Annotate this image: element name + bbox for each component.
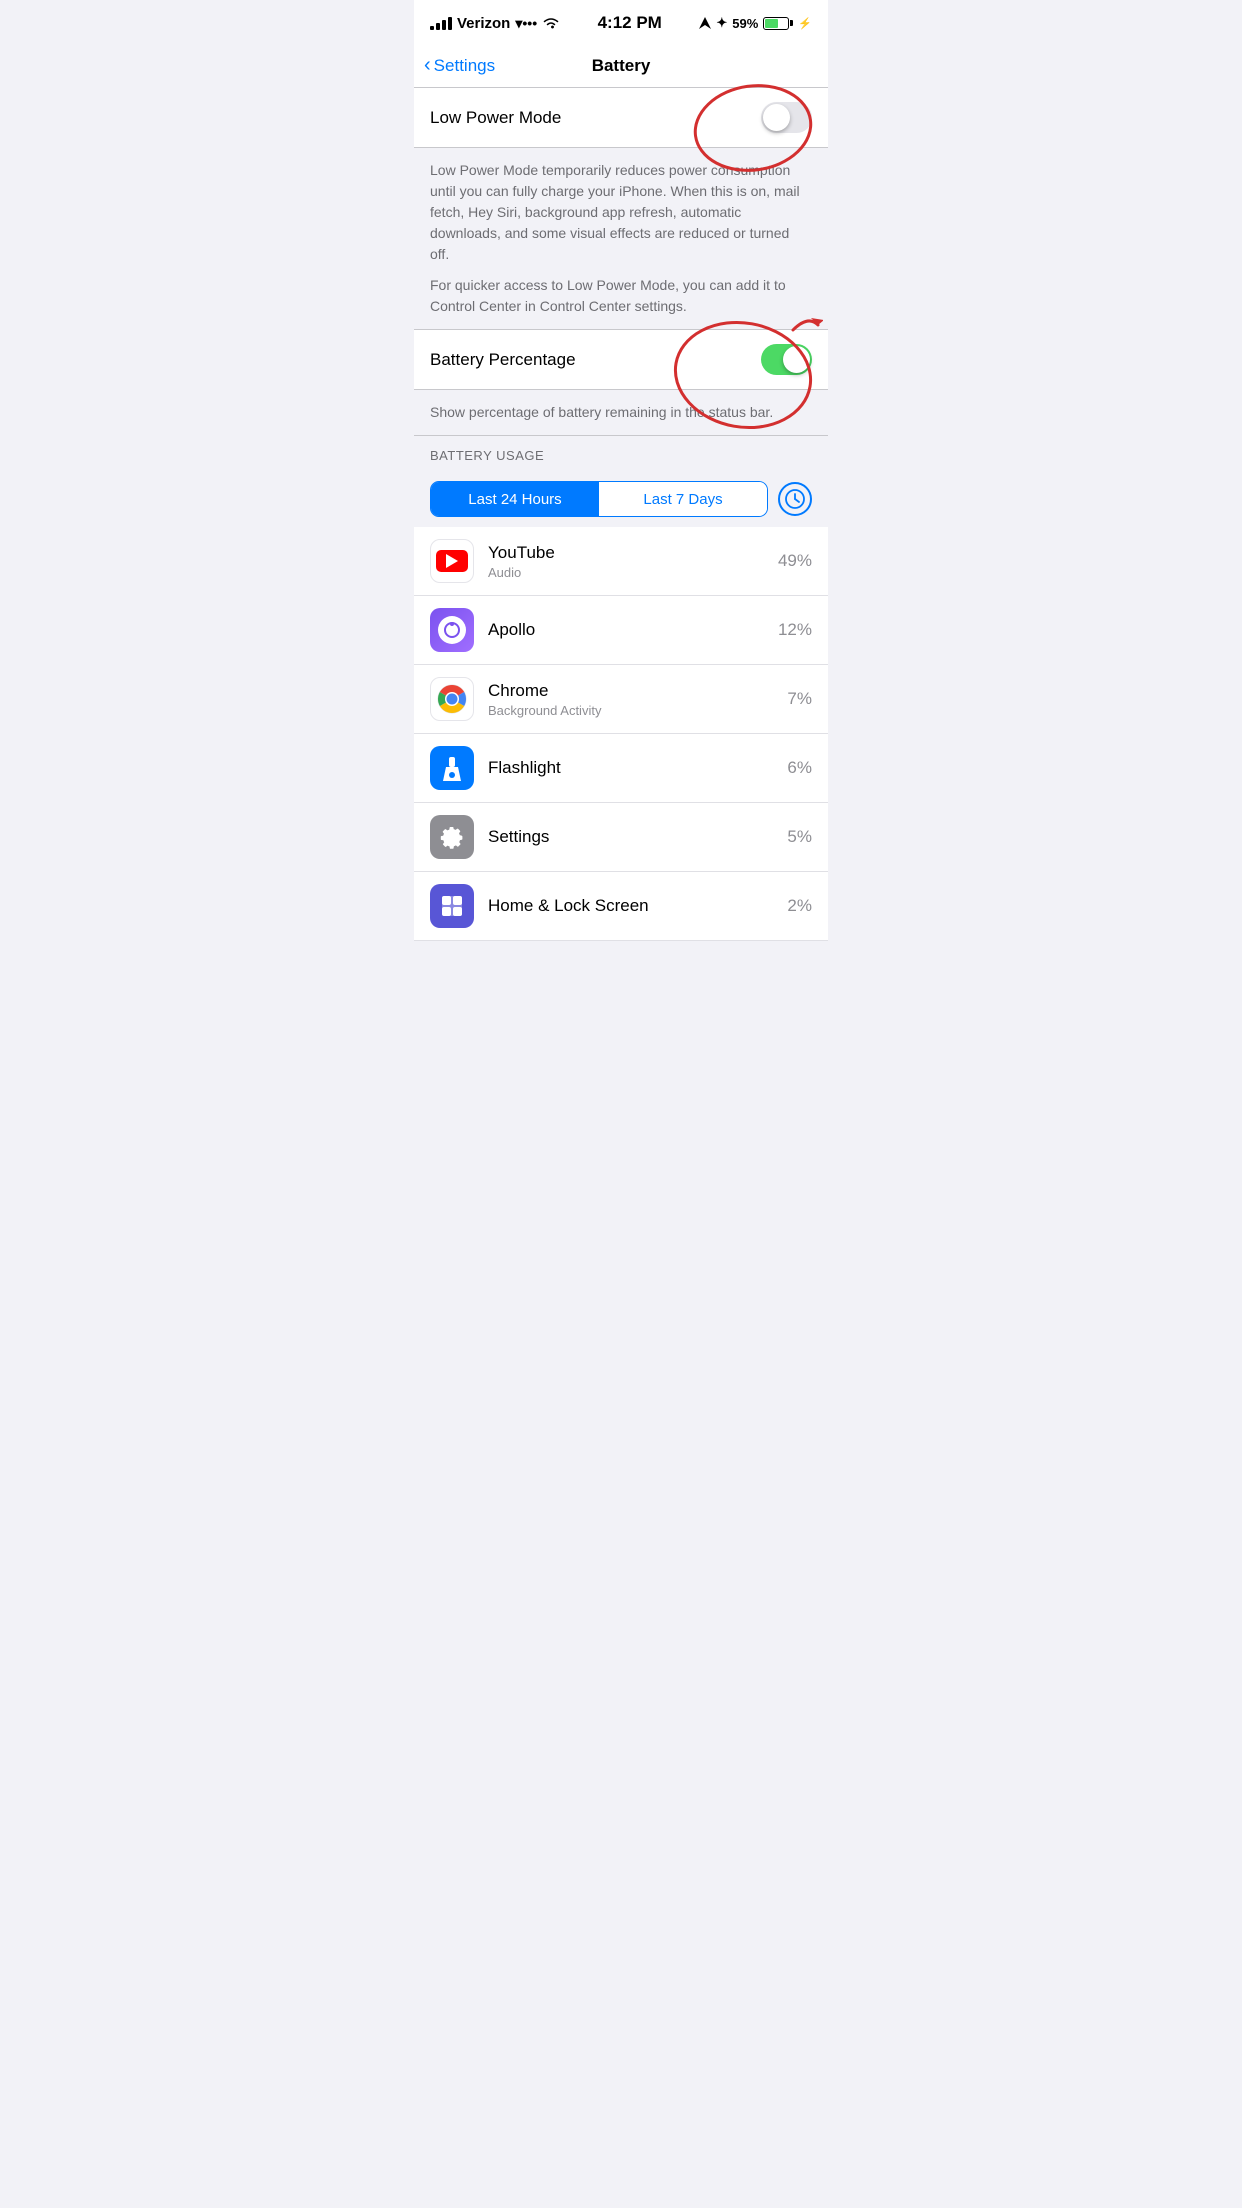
- settings-gear-icon: [438, 823, 466, 851]
- period-selector-wrapper: Last 24 Hours Last 7 Days: [414, 471, 828, 527]
- chrome-app-name: Chrome: [488, 681, 773, 701]
- app-row-youtube[interactable]: YouTube Audio 49%: [414, 527, 828, 596]
- flashlight-app-name: Flashlight: [488, 758, 773, 778]
- home-icon-svg: [439, 893, 465, 919]
- back-chevron-icon: ‹: [424, 54, 431, 77]
- period-24h-button[interactable]: Last 24 Hours: [431, 482, 599, 516]
- signal-bars: [430, 17, 452, 30]
- period-7d-button[interactable]: Last 7 Days: [599, 482, 767, 516]
- youtube-app-subtitle: Audio: [488, 565, 764, 580]
- chrome-app-percent: 7%: [787, 689, 812, 709]
- low-power-mode-label: Low Power Mode: [430, 108, 561, 128]
- page-title: Battery: [592, 56, 651, 76]
- home-app-percent: 2%: [787, 896, 812, 916]
- battery-percentage-description: Show percentage of battery remaining in …: [414, 390, 828, 436]
- youtube-app-icon: [430, 539, 474, 583]
- app-row-home-lock[interactable]: Home & Lock Screen 2%: [414, 872, 828, 941]
- nav-bar: ‹ Settings Battery: [414, 44, 828, 88]
- low-power-mode-row: Low Power Mode: [414, 88, 828, 148]
- location-icon: [699, 17, 711, 29]
- wifi-icon: ▾•••: [515, 15, 537, 32]
- low-power-description-1: Low Power Mode temporarily reduces power…: [430, 160, 812, 265]
- app-row-settings[interactable]: Settings 5%: [414, 803, 828, 872]
- bluetooth-icon: ✦: [716, 15, 727, 31]
- toggle-knob-2: [783, 346, 810, 373]
- apollo-app-icon: [430, 608, 474, 652]
- wifi-icon-svg: [542, 16, 560, 30]
- home-app-name: Home & Lock Screen: [488, 896, 773, 916]
- status-bar: Verizon ▾••• 4:12 PM ✦ 59% ⚡: [414, 0, 828, 44]
- flashlight-icon-svg: [439, 755, 465, 781]
- status-time: 4:12 PM: [598, 13, 662, 33]
- youtube-app-name: YouTube: [488, 543, 764, 563]
- apollo-app-percent: 12%: [778, 620, 812, 640]
- low-power-mode-toggle[interactable]: [761, 102, 812, 133]
- clock-icon: [785, 489, 805, 509]
- status-left: Verizon ▾•••: [430, 15, 560, 32]
- low-power-description-2: For quicker access to Low Power Mode, yo…: [430, 275, 812, 317]
- home-app-info: Home & Lock Screen: [488, 896, 773, 916]
- low-power-mode-description: Low Power Mode temporarily reduces power…: [414, 148, 828, 330]
- flashlight-app-icon: [430, 746, 474, 790]
- battery-percentage-toggle[interactable]: [761, 344, 812, 375]
- home-app-icon: [430, 884, 474, 928]
- chrome-app-subtitle: Background Activity: [488, 703, 773, 718]
- battery-usage-header: BATTERY USAGE: [414, 436, 828, 471]
- app-list: YouTube Audio 49% Apollo 12%: [414, 527, 828, 941]
- battery-percentage-row: Battery Percentage: [414, 330, 828, 390]
- settings-app-info: Settings: [488, 827, 773, 847]
- battery-percentage-desc-text: Show percentage of battery remaining in …: [430, 402, 812, 423]
- battery-percent-label: 59%: [732, 16, 758, 31]
- carrier-label: Verizon: [457, 15, 510, 32]
- apollo-icon-inner: [438, 616, 466, 644]
- youtube-app-percent: 49%: [778, 551, 812, 571]
- settings-app-icon: [430, 815, 474, 859]
- back-button[interactable]: ‹ Settings: [424, 54, 495, 77]
- apollo-app-name: Apollo: [488, 620, 764, 640]
- settings-app-name: Settings: [488, 827, 773, 847]
- clock-button[interactable]: [778, 482, 812, 516]
- app-row-apollo[interactable]: Apollo 12%: [414, 596, 828, 665]
- low-power-mode-section: Low Power Mode: [414, 88, 828, 148]
- charging-bolt-icon: ⚡: [798, 17, 812, 30]
- flashlight-app-percent: 6%: [787, 758, 812, 778]
- back-label: Settings: [434, 56, 495, 76]
- period-selector: Last 24 Hours Last 7 Days: [430, 481, 768, 517]
- battery-percentage-label: Battery Percentage: [430, 350, 576, 370]
- chrome-app-icon: [430, 677, 474, 721]
- status-right: ✦ 59% ⚡: [699, 15, 812, 31]
- toggle-knob: [763, 104, 790, 131]
- app-row-chrome[interactable]: Chrome Background Activity 7%: [414, 665, 828, 734]
- app-row-flashlight[interactable]: Flashlight 6%: [414, 734, 828, 803]
- battery-icon: [763, 17, 793, 30]
- battery-percentage-section: Battery Percentage: [414, 330, 828, 390]
- chrome-app-info: Chrome Background Activity: [488, 681, 773, 718]
- settings-app-percent: 5%: [787, 827, 812, 847]
- youtube-app-info: YouTube Audio: [488, 543, 764, 580]
- apollo-app-info: Apollo: [488, 620, 764, 640]
- flashlight-app-info: Flashlight: [488, 758, 773, 778]
